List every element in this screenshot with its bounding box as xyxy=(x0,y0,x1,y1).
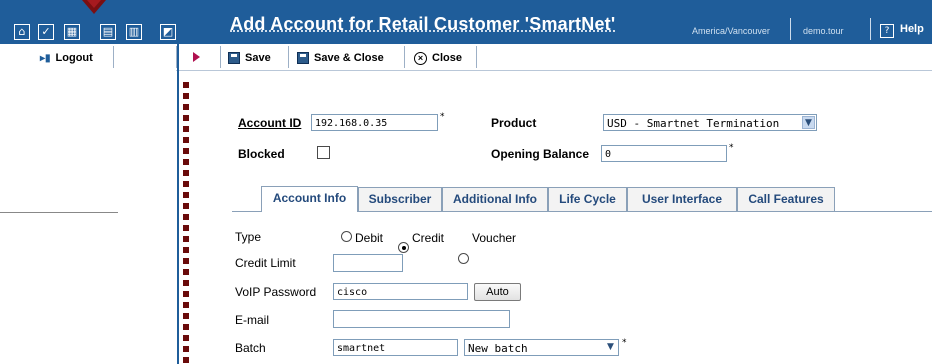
checklist-icon[interactable]: ✓ xyxy=(38,24,54,40)
timezone-link[interactable]: America/Vancouver xyxy=(692,26,770,36)
pane-splitter[interactable] xyxy=(177,44,179,364)
pointer-marker-icon xyxy=(82,0,106,14)
credit-limit-label: Credit Limit xyxy=(235,256,296,270)
tab-call-features[interactable]: Call Features xyxy=(737,187,835,211)
logout-icon: ▸▮ xyxy=(40,52,51,64)
left-pane xyxy=(0,70,176,364)
auto-button[interactable]: Auto xyxy=(474,283,521,301)
grid-icon[interactable]: ▥ xyxy=(126,24,142,40)
account-id-label[interactable]: Account ID xyxy=(238,116,301,130)
expand-arrow-icon[interactable] xyxy=(193,52,200,62)
separator xyxy=(870,18,871,40)
calculator-icon[interactable]: ▦ xyxy=(64,24,80,40)
chevron-down-icon[interactable]: ▼ xyxy=(802,116,815,129)
type-credit-label[interactable]: Credit xyxy=(412,231,444,245)
email-input[interactable] xyxy=(333,310,510,328)
credit-limit-input[interactable] xyxy=(333,254,403,272)
batch-input[interactable]: smartnet xyxy=(333,339,458,356)
toolbar xyxy=(0,44,932,71)
tab-additional-info[interactable]: Additional Info xyxy=(442,187,548,211)
batch-select[interactable]: New batch xyxy=(464,339,619,356)
help-icon[interactable]: ? xyxy=(880,24,894,38)
toolbar-divider xyxy=(404,46,405,68)
user-link[interactable]: demo.tour xyxy=(803,26,844,36)
tab-life-cycle[interactable]: Life Cycle xyxy=(548,187,627,211)
save-icon xyxy=(297,52,309,64)
save-close-button[interactable]: Save & Close xyxy=(297,48,384,68)
required-marker: * xyxy=(622,338,627,348)
help-link[interactable]: Help xyxy=(900,23,924,35)
chart-icon[interactable]: ◩ xyxy=(160,24,176,40)
blocked-checkbox[interactable] xyxy=(317,146,330,159)
separator xyxy=(790,18,791,40)
required-marker: * xyxy=(729,143,734,153)
dotted-marker-line xyxy=(183,82,189,364)
toolbar-divider xyxy=(288,46,289,68)
top-bar: ⌂ ✓ ▦ ▤ ▥ ◩ Add Account for Retail Custo… xyxy=(0,0,932,44)
type-debit-label[interactable]: Debit xyxy=(355,231,383,245)
chevron-down-icon[interactable]: ▼ xyxy=(604,341,617,354)
close-icon: × xyxy=(414,51,427,65)
voip-password-label: VoIP Password xyxy=(235,285,317,299)
type-label: Type xyxy=(235,230,262,244)
save-icon xyxy=(228,52,240,64)
home-icon[interactable]: ⌂ xyxy=(14,24,30,40)
tab-account-info[interactable]: Account Info xyxy=(261,186,358,212)
type-credit-radio[interactable] xyxy=(398,242,409,253)
divider xyxy=(0,212,118,213)
batch-label: Batch xyxy=(235,341,266,355)
type-voucher-label[interactable]: Voucher xyxy=(472,231,516,245)
logout-button[interactable]: ▸▮ Logout xyxy=(40,48,93,68)
page-title: Add Account for Retail Customer 'SmartNe… xyxy=(230,14,616,34)
tab-subscriber[interactable]: Subscriber xyxy=(358,187,442,211)
required-marker: * xyxy=(440,112,445,122)
save-button[interactable]: Save xyxy=(228,48,271,68)
tab-user-interface[interactable]: User Interface xyxy=(627,187,737,211)
voip-password-input[interactable]: cisco xyxy=(333,283,468,300)
product-select[interactable]: USD - Smartnet Termination xyxy=(603,114,817,131)
blocked-label: Blocked xyxy=(238,147,285,161)
product-label: Product xyxy=(491,116,537,130)
type-debit-radio[interactable] xyxy=(341,231,352,242)
report-icon[interactable]: ▤ xyxy=(100,24,116,40)
opening-balance-label: Opening Balance xyxy=(491,147,590,161)
email-label: E-mail xyxy=(235,313,270,327)
account-id-input[interactable]: 192.168.0.35 xyxy=(311,114,438,131)
opening-balance-input[interactable]: 0 xyxy=(601,145,727,162)
type-voucher-radio[interactable] xyxy=(458,253,469,264)
toolbar-divider xyxy=(113,46,114,68)
close-button[interactable]: × Close xyxy=(414,48,462,68)
toolbar-divider xyxy=(476,46,477,68)
toolbar-divider xyxy=(220,46,221,68)
